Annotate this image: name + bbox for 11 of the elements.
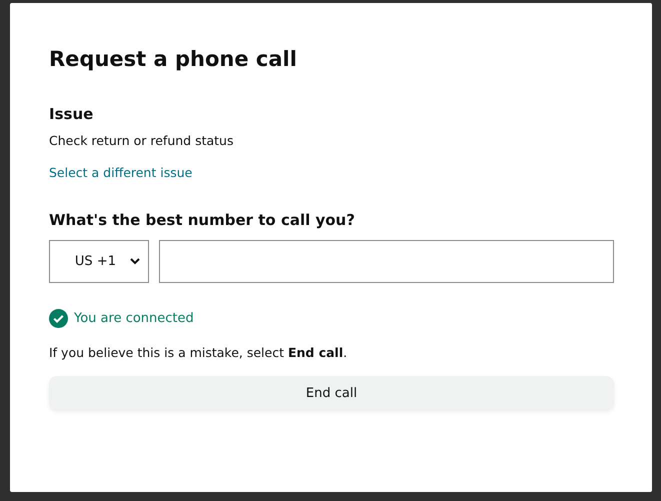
country-select[interactable]: US +1 <box>49 240 149 283</box>
issue-link[interactable]: Select a different issue <box>49 164 192 182</box>
end-call-button[interactable]: End call <box>49 376 614 410</box>
dialog-title: Request a phone call <box>49 46 298 73</box>
phone-input-field[interactable] <box>159 240 614 283</box>
section-heading: Issue <box>49 104 94 124</box>
issue-text: Check return or refund status <box>49 132 234 150</box>
caret-icon <box>130 258 140 265</box>
note-text: If you believe this is a mistake, select End call. <box>49 344 348 362</box>
phone-label: What's the best number to call you? <box>49 210 356 230</box>
status-text: You are connected <box>74 310 194 326</box>
